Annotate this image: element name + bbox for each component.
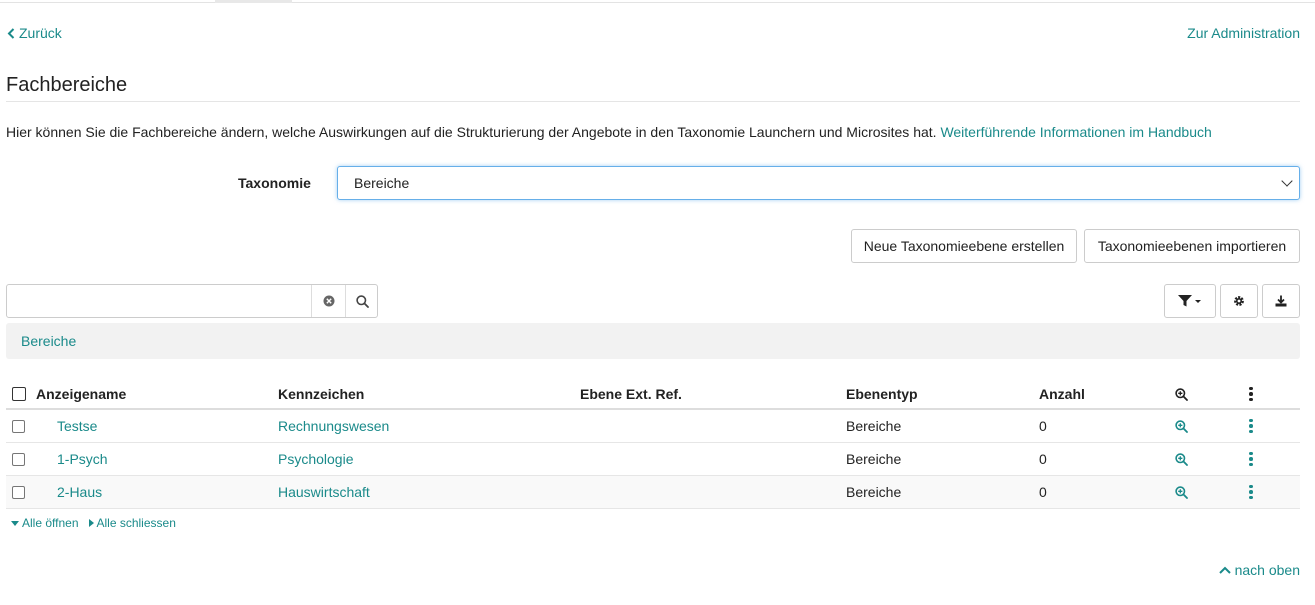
row-select-cell	[12, 476, 25, 508]
search-icon	[355, 294, 369, 308]
chevron-left-icon	[7, 27, 15, 39]
row-anzahl: 0	[1039, 418, 1047, 434]
open-all-label: Alle öffnen	[22, 516, 79, 530]
zoom-in-icon	[1175, 452, 1188, 466]
top-tab-strip	[0, 0, 1315, 3]
column-header-zoom	[1175, 378, 1188, 410]
row-ebenentyp: Bereiche	[846, 418, 902, 434]
back-link[interactable]: Zurück	[7, 25, 62, 41]
close-all-link[interactable]: Alle schliessen	[88, 516, 176, 530]
breadcrumb: Bereiche	[6, 323, 1300, 359]
row-name-link[interactable]: 1-Psych	[57, 443, 108, 475]
more-vertical-icon	[1246, 484, 1256, 500]
gear-icon	[1234, 296, 1244, 306]
row-kennzeichen-link[interactable]: Rechnungswesen	[278, 410, 389, 442]
row-kennzeichen-link[interactable]: Psychologie	[278, 443, 354, 475]
row-checkbox[interactable]	[12, 452, 25, 466]
search-box	[6, 284, 378, 318]
caret-down-icon	[11, 520, 19, 526]
page-title: Fachbereiche	[6, 74, 128, 96]
row-checkbox[interactable]	[12, 485, 25, 499]
search-button[interactable]	[345, 285, 378, 317]
row-checkbox[interactable]	[12, 419, 25, 433]
import-levels-button[interactable]: Taxonomieebenen importieren	[1084, 229, 1300, 263]
row-anzahl: 0	[1039, 484, 1047, 500]
download-button[interactable]	[1262, 284, 1300, 318]
zoom-in-icon	[1175, 485, 1188, 499]
title-divider	[6, 101, 1300, 102]
back-to-top-label: nach oben	[1234, 562, 1300, 578]
row-zoom-button[interactable]	[1175, 443, 1188, 475]
table-header-row: Anzeigename Kennzeichen Ebene Ext. Ref. …	[6, 378, 1300, 410]
chevron-up-icon	[1218, 566, 1231, 574]
table-row: Testse Rechnungswesen Bereiche 0	[6, 410, 1300, 443]
row-more-button[interactable]	[1246, 410, 1256, 442]
open-all-link[interactable]: Alle öffnen	[11, 516, 79, 530]
close-all-label: Alle schliessen	[96, 516, 176, 530]
more-vertical-icon	[1246, 451, 1256, 467]
row-select-cell	[12, 443, 25, 475]
row-more-button[interactable]	[1246, 476, 1256, 508]
row-kennzeichen-link[interactable]: Hauswirtschaft	[278, 476, 370, 508]
more-vertical-icon	[1246, 418, 1256, 434]
row-name-link[interactable]: 2-Haus	[57, 476, 102, 508]
zoom-in-icon	[1175, 419, 1188, 433]
back-link-label: Zurück	[19, 25, 62, 41]
taxonomy-table: Anzeigename Kennzeichen Ebene Ext. Ref. …	[6, 378, 1300, 509]
handbook-link[interactable]: Weiterführende Informationen im Handbuch	[940, 124, 1211, 140]
taxonomy-select-value: Bereiche	[354, 175, 410, 191]
column-header-ebenentyp[interactable]: Ebenentyp	[846, 378, 918, 410]
column-header-kennzeichen[interactable]: Kennzeichen	[278, 378, 364, 410]
row-anzahl: 0	[1039, 451, 1047, 467]
table-row: 1-Psych Psychologie Bereiche 0	[6, 443, 1300, 476]
download-icon	[1275, 295, 1287, 307]
row-zoom-button[interactable]	[1175, 476, 1188, 508]
intro-paragraph: Hier können Sie die Fachbereiche ändern,…	[6, 124, 1212, 140]
column-header-more[interactable]	[1246, 378, 1256, 410]
back-to-top-link[interactable]: nach oben	[1218, 562, 1300, 578]
row-ebenentyp: Bereiche	[846, 484, 902, 500]
active-tab-marker	[215, 0, 292, 3]
column-header-anzahl[interactable]: Anzahl	[1039, 378, 1085, 410]
search-input[interactable]	[7, 285, 307, 317]
tree-controls: Alle öffnen Alle schliessen	[11, 516, 176, 530]
admin-link[interactable]: Zur Administration	[1187, 25, 1300, 41]
zoom-in-icon	[1175, 387, 1188, 401]
row-name-link[interactable]: Testse	[57, 410, 97, 442]
taxonomy-label: Taxonomie	[238, 175, 311, 191]
settings-button[interactable]	[1220, 284, 1258, 318]
column-header-name[interactable]: Anzeigename	[36, 378, 126, 410]
breadcrumb-item-bereiche[interactable]: Bereiche	[21, 333, 76, 349]
taxonomy-select[interactable]: Bereiche	[337, 166, 1300, 200]
select-all-checkbox[interactable]	[12, 387, 26, 401]
intro-text: Hier können Sie die Fachbereiche ändern,…	[6, 124, 941, 140]
clear-circle-icon	[323, 295, 334, 307]
filter-icon	[1178, 295, 1201, 307]
more-vertical-icon	[1246, 386, 1256, 402]
chevron-down-icon	[1281, 175, 1293, 187]
row-ebenentyp: Bereiche	[846, 451, 902, 467]
select-all-cell	[12, 378, 26, 410]
table-row: 2-Haus Hauswirtschaft Bereiche 0	[6, 476, 1300, 509]
caret-right-icon	[88, 519, 94, 527]
new-level-button[interactable]: Neue Taxonomieebene erstellen	[851, 229, 1077, 263]
column-header-ext-ref[interactable]: Ebene Ext. Ref.	[580, 378, 682, 410]
clear-search-button[interactable]	[311, 285, 345, 317]
filter-button[interactable]	[1164, 284, 1216, 318]
row-select-cell	[12, 410, 25, 442]
row-more-button[interactable]	[1246, 443, 1256, 475]
row-zoom-button[interactable]	[1175, 410, 1188, 442]
